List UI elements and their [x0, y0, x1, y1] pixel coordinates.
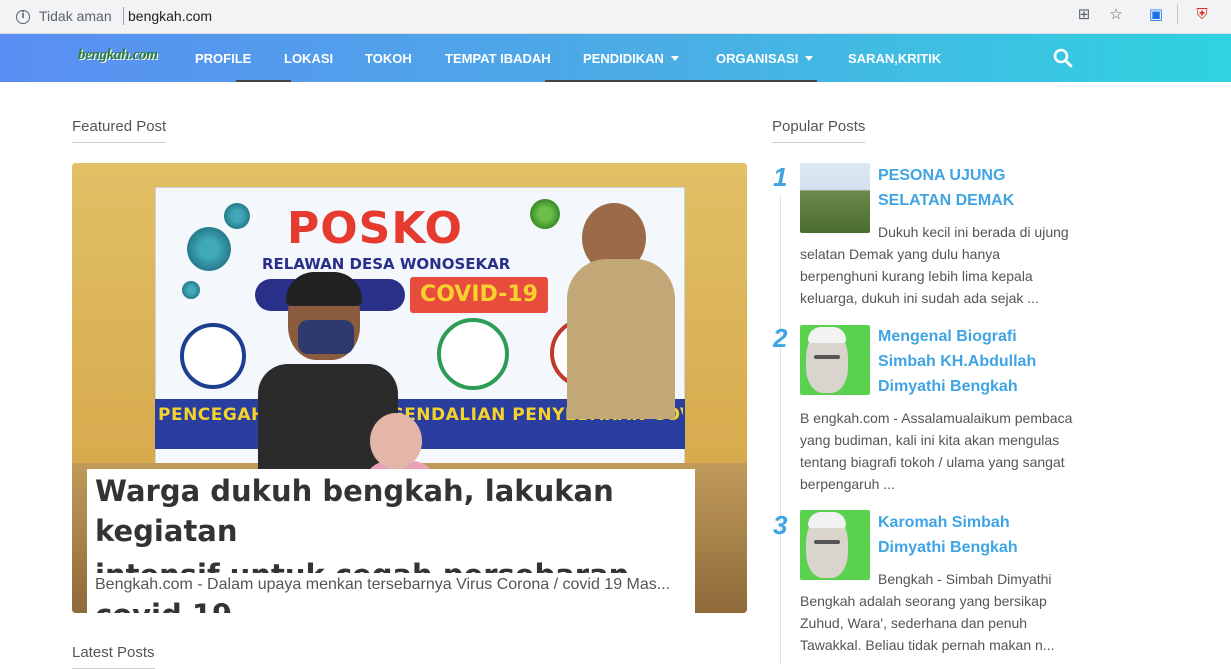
bookmark-star-icon[interactable]: ☆	[1106, 4, 1126, 24]
info-icon[interactable]: i	[16, 10, 30, 24]
popular-title[interactable]: Mengenal Biografi Simbah KH.Abdullah Dim…	[878, 324, 1063, 399]
chevron-down-icon	[805, 56, 814, 61]
popular-rail	[780, 195, 781, 663]
portrait-cap	[808, 327, 846, 343]
nav-item-organisasi-label: ORGANISASI	[716, 51, 799, 66]
site-logo[interactable]: bengkah.com	[72, 44, 158, 72]
nav-item-lokasi[interactable]: LOKASI	[284, 51, 333, 66]
popular-title[interactable]: PESONA UJUNG SELATAN DEMAK	[878, 163, 1063, 213]
menu-underline	[545, 80, 817, 82]
banner-relawan-text: RELAWAN DESA WONOSEKAR	[262, 255, 511, 273]
logo-text: bengkah.com	[78, 47, 158, 63]
popular-rank: 2	[773, 323, 788, 353]
popular-snippet: Dukuh kecil ini berada di ujung selatan …	[800, 224, 1069, 306]
url-text[interactable]: bengkah.com	[128, 8, 212, 24]
featured-heading: Featured Post	[72, 118, 167, 143]
address-bar[interactable]: i Tidak aman bengkah.com	[8, 3, 1223, 31]
popular-thumbnail[interactable]	[800, 325, 870, 395]
nav-item-pendidikan-label: PENDIDIKAN	[583, 51, 664, 66]
toolbar-divider	[1177, 4, 1178, 24]
nav-item-pendidikan[interactable]: PENDIDIKAN	[583, 51, 679, 66]
popular-rank: 1	[773, 162, 788, 192]
portrait-eyes	[814, 540, 840, 544]
portrait-cap	[808, 512, 846, 528]
chevron-down-icon	[670, 56, 679, 61]
latest-heading: Latest Posts	[72, 644, 155, 669]
nav-item-tokoh[interactable]: TOKOH	[365, 51, 412, 66]
banner-covid-text: COVID-19	[410, 277, 548, 313]
search-icon[interactable]	[1053, 48, 1073, 68]
browser-toolbar: i Tidak aman bengkah.com ⊞ ☆ ▣ ⛨	[0, 0, 1231, 34]
nav-item-tempat-ibadah[interactable]: TEMPAT IBADAH	[445, 51, 551, 66]
extension-cast-icon[interactable]: ▣	[1146, 4, 1166, 24]
virus-illustration	[182, 281, 200, 299]
featured-post-card[interactable]: POSKO RELAWAN DESA WONOSEKAR COVID-19 PE…	[72, 163, 747, 613]
popular-title[interactable]: Karomah Simbah Dimyathi Bengkah	[878, 510, 1063, 560]
banner-posko-text: POSKO	[287, 203, 463, 254]
physical-distancing-icon	[180, 323, 246, 389]
nav-item-profile[interactable]: PROFILE	[195, 51, 251, 66]
virus-illustration	[224, 203, 250, 229]
volunteer-hair	[286, 272, 362, 306]
menu-underline	[236, 80, 291, 82]
virus-illustration	[530, 199, 560, 229]
extension-shield-icon[interactable]: ⛨	[1192, 4, 1212, 24]
address-divider	[123, 7, 124, 25]
child-head	[370, 413, 422, 469]
nav-item-saran-kritik[interactable]: SARAN,KRITIK	[848, 51, 941, 66]
popular-rank: 3	[773, 510, 788, 540]
volunteer-mask	[298, 320, 354, 354]
stay-home-icon	[437, 318, 509, 390]
popular-heading: Popular Posts	[772, 118, 866, 143]
portrait-eyes	[814, 355, 840, 359]
virus-illustration	[187, 227, 231, 271]
featured-excerpt: Bengkah.com - Dalam upaya menkan terseba…	[87, 573, 679, 597]
popular-snippet: Bengkah - Simbah Dimyathi Bengkah adalah…	[800, 571, 1055, 653]
site-navbar: bengkah.com PROFILE LOKASI TOKOH TEMPAT …	[0, 34, 1231, 82]
translate-icon[interactable]: ⊞	[1074, 4, 1094, 24]
popular-snippet: B engkah.com - Assalamualaikum pembaca y…	[800, 410, 1073, 492]
official-uniform	[567, 259, 675, 419]
nav-item-organisasi[interactable]: ORGANISASI	[716, 51, 814, 66]
security-label[interactable]: Tidak aman	[39, 8, 112, 24]
featured-title-line[interactable]: Warga dukuh bengkah, lakukan kegiatan	[87, 469, 695, 553]
